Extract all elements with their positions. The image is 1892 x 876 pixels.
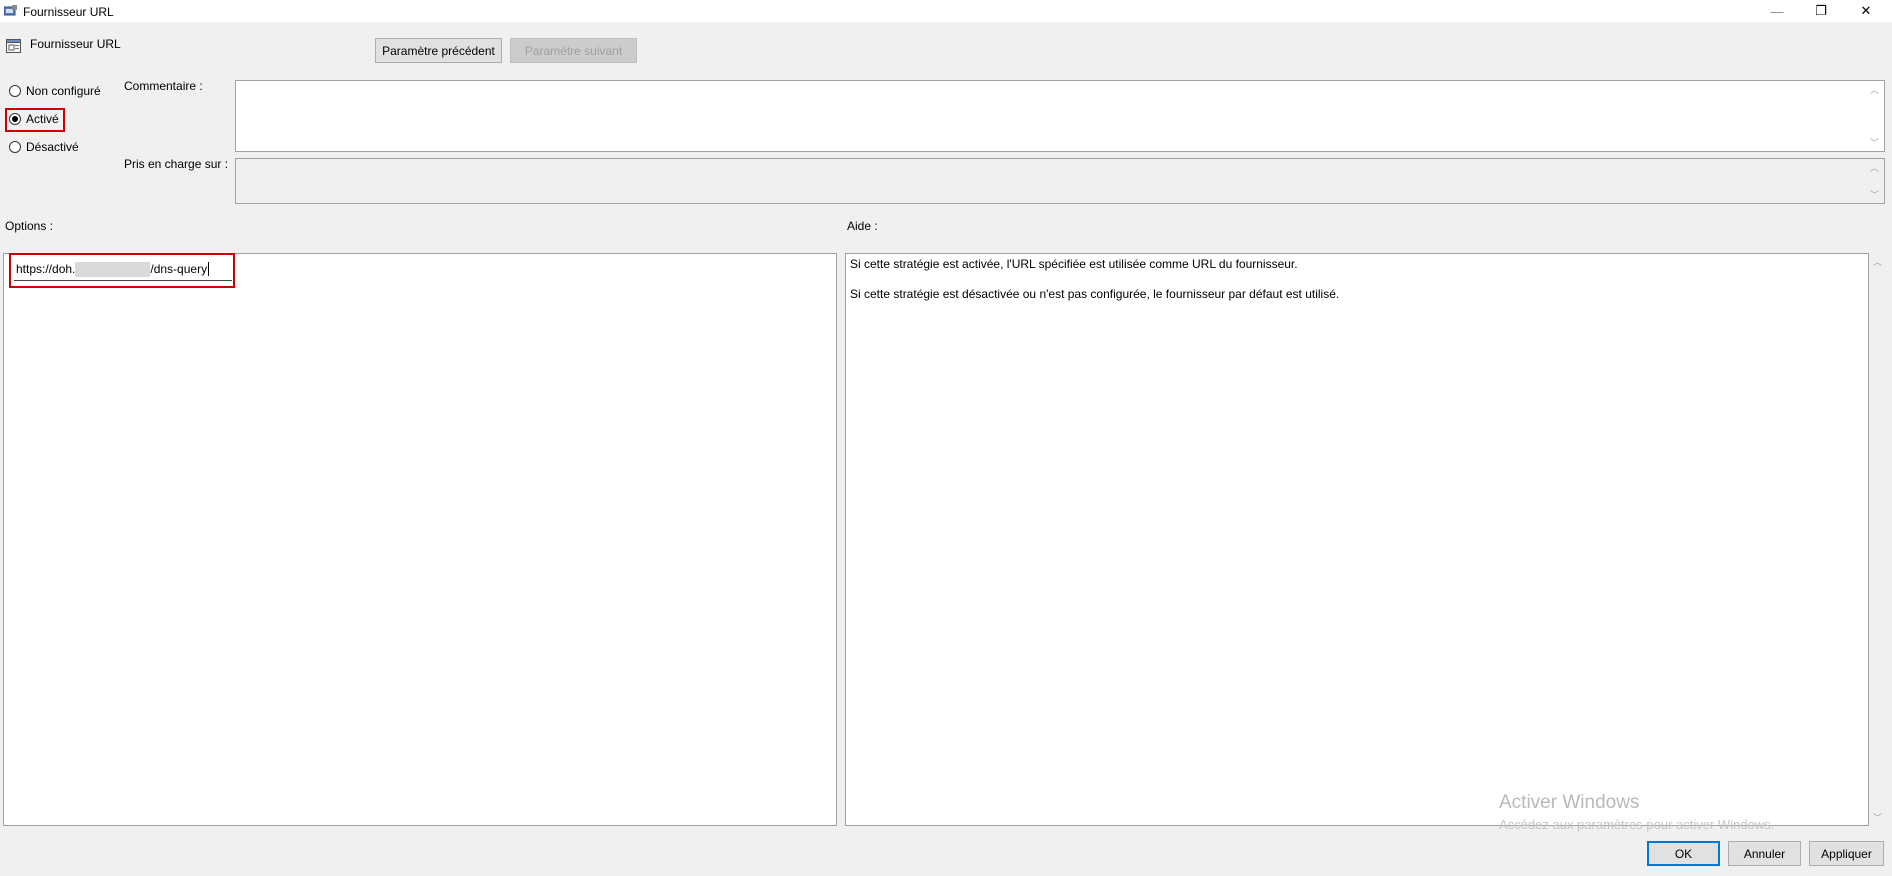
cancel-button[interactable]: Annuler — [1728, 841, 1801, 866]
radio-not-configured-label: Non configuré — [26, 84, 101, 98]
url-suffix: /dns-query — [150, 262, 208, 276]
policy-setting-icon — [6, 39, 21, 53]
radio-enabled-label: Activé — [26, 112, 59, 126]
minimize-button[interactable]: — — [1754, 0, 1800, 22]
text-cursor — [208, 262, 210, 276]
radio-enabled-circle[interactable] — [9, 113, 21, 125]
radio-disabled-circle[interactable] — [9, 141, 21, 153]
radio-not-configured-circle[interactable] — [9, 85, 21, 97]
scroll-down-icon[interactable]: ﹀ — [1870, 136, 1879, 149]
title-bar — [0, 0, 1892, 22]
supported-on-scrollbar[interactable]: ︿ ﹀ — [1867, 159, 1884, 203]
scroll-up-icon[interactable]: ︿ — [1870, 161, 1879, 174]
activate-windows-title: Activer Windows — [1499, 792, 1640, 813]
options-panel — [3, 253, 837, 826]
radio-enabled[interactable]: Activé — [9, 112, 59, 126]
help-scrollbar[interactable]: ︿ ﹀ — [1870, 253, 1887, 826]
previous-setting-button[interactable]: Paramètre précédent — [375, 38, 502, 63]
scroll-down-icon[interactable]: ﹀ — [1873, 811, 1882, 824]
group-policy-icon — [4, 5, 17, 16]
comment-label: Commentaire : — [124, 79, 203, 93]
activate-windows-subtitle: Accédez aux paramètres pour activer Wind… — [1499, 817, 1775, 832]
restore-icon: ❐ — [1815, 3, 1827, 18]
ok-button[interactable]: OK — [1647, 841, 1720, 866]
window-title: Fournisseur URL — [23, 5, 114, 19]
comment-textarea[interactable]: ︿ ﹀ — [235, 80, 1885, 152]
policy-name: Fournisseur URL — [30, 37, 121, 51]
next-setting-button[interactable]: Paramètre suivant — [510, 38, 637, 63]
help-panel: Si cette stratégie est activée, l'URL sp… — [845, 253, 1869, 826]
options-label: Options : — [5, 219, 54, 233]
url-prefix: https://doh. — [16, 262, 76, 276]
redacted-domain — [75, 261, 151, 277]
restore-button[interactable]: ❐ — [1798, 0, 1844, 22]
scroll-up-icon[interactable]: ︿ — [1870, 83, 1879, 96]
provider-url-input[interactable]: https://doh. /dns-query — [14, 258, 232, 281]
scroll-down-icon[interactable]: ﹀ — [1870, 188, 1879, 201]
close-icon: ✕ — [1860, 3, 1872, 18]
help-line-1: Si cette stratégie est activée, l'URL sp… — [850, 257, 1298, 271]
minimize-icon: — — [1770, 3, 1784, 19]
apply-button[interactable]: Appliquer — [1809, 841, 1884, 866]
radio-selected-dot — [12, 116, 18, 122]
scroll-up-icon[interactable]: ︿ — [1873, 255, 1882, 268]
radio-disabled-label: Désactivé — [26, 140, 79, 154]
help-line-2: Si cette stratégie est désactivée ou n'e… — [850, 287, 1340, 301]
comment-scrollbar[interactable]: ︿ ﹀ — [1867, 81, 1884, 151]
close-button[interactable]: ✕ — [1843, 0, 1889, 22]
supported-on-field: ︿ ﹀ — [235, 158, 1885, 204]
help-label: Aide : — [847, 219, 878, 233]
radio-not-configured[interactable]: Non configuré — [9, 84, 101, 98]
supported-on-label: Pris en charge sur : — [124, 157, 229, 171]
radio-disabled[interactable]: Désactivé — [9, 140, 79, 154]
